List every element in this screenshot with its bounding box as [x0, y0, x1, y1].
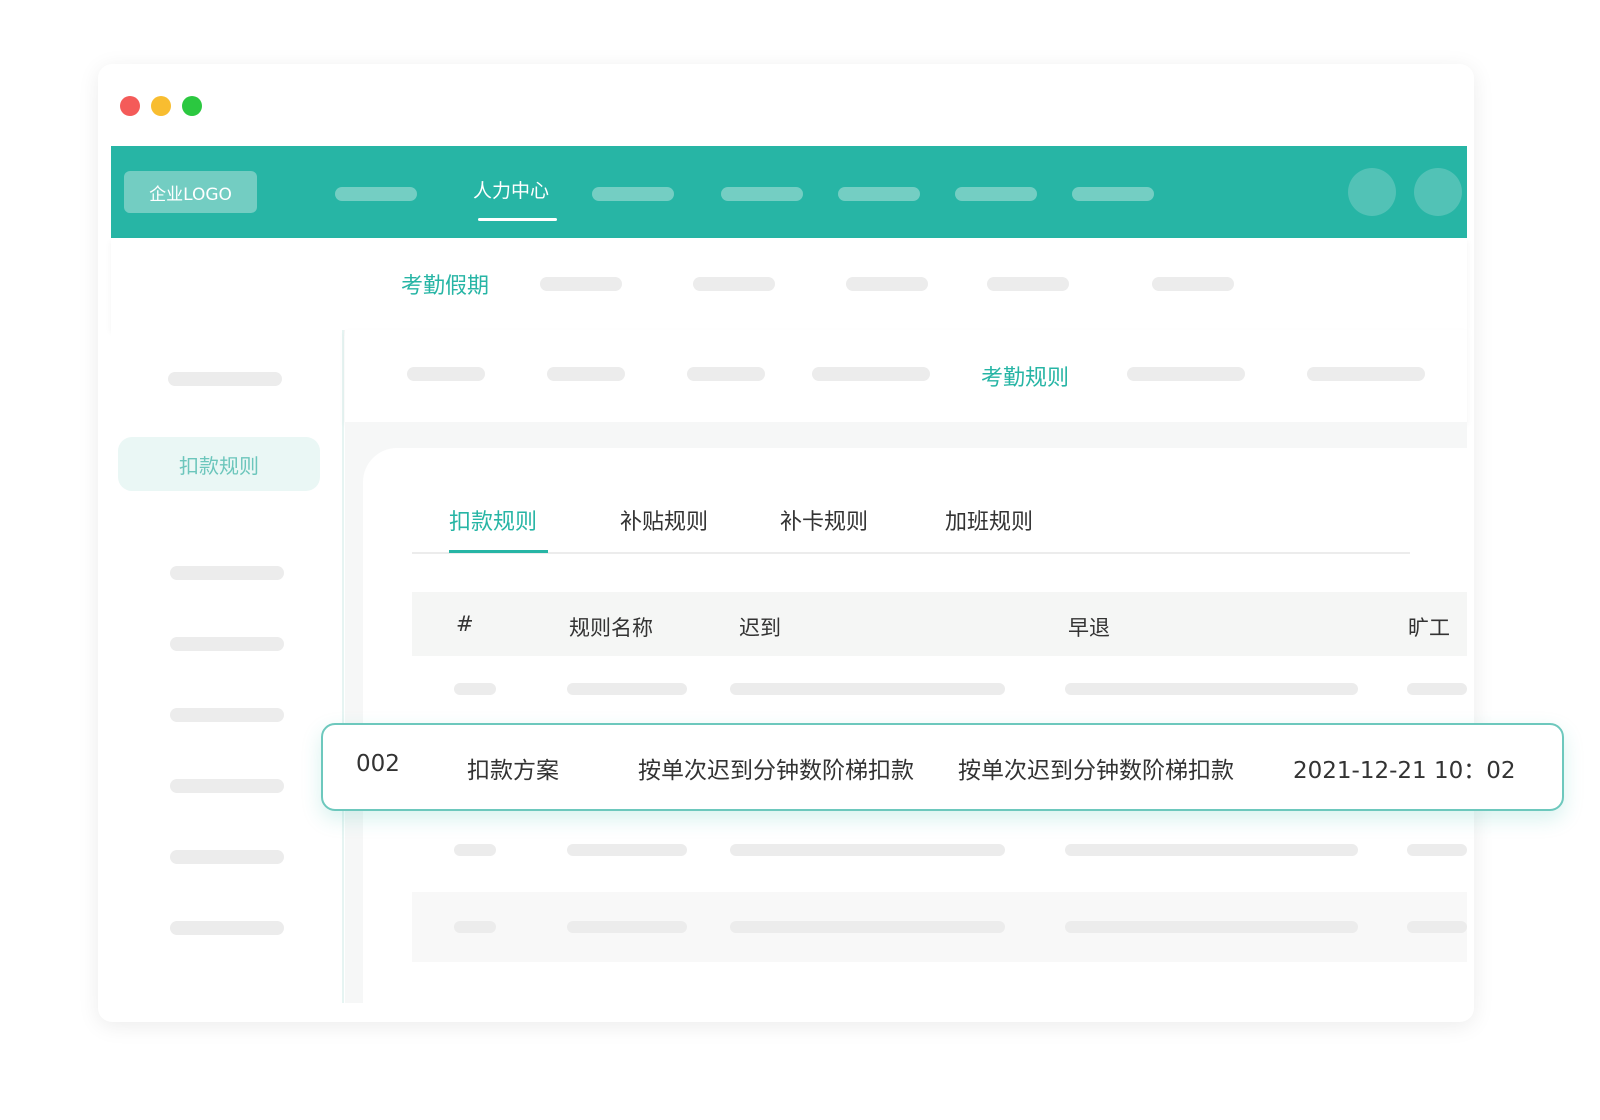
- company-logo: 企业LOGO: [124, 171, 257, 213]
- crumb-placeholder[interactable]: [687, 367, 765, 381]
- nav-item-placeholder[interactable]: [721, 187, 803, 201]
- column-header-absence: 旷工: [1408, 616, 1450, 640]
- cell-placeholder: [1065, 921, 1358, 933]
- crumb-placeholder[interactable]: [1127, 367, 1245, 381]
- sidebar-item-deduction-rules[interactable]: 扣款规则: [118, 437, 320, 491]
- nav-active-indicator: [478, 218, 557, 221]
- tab-overtime-rules[interactable]: 加班规则: [945, 504, 1033, 536]
- cell-placeholder: [454, 844, 496, 856]
- window-controls: [120, 96, 202, 116]
- sidebar-item-placeholder[interactable]: [170, 921, 284, 935]
- column-header-early-leave: 早退: [1068, 616, 1110, 640]
- nav-item-placeholder[interactable]: [592, 187, 674, 201]
- subnav-item-placeholder[interactable]: [693, 277, 775, 291]
- cell-datetime: 2021-12-21 10：02: [1293, 758, 1516, 784]
- nav-item-placeholder[interactable]: [335, 187, 417, 201]
- cell-early-leave-rule: 按单次迟到分钟数阶梯扣款: [958, 758, 1234, 784]
- subnav-item-placeholder[interactable]: [846, 277, 928, 291]
- cell-placeholder: [1407, 683, 1467, 695]
- cell-placeholder: [730, 921, 1005, 933]
- minimize-window-button[interactable]: [151, 96, 171, 116]
- top-navigation: 企业LOGO 人力中心: [111, 146, 1467, 238]
- sidebar-item-placeholder[interactable]: [170, 779, 284, 793]
- nav-item-hr-center[interactable]: 人力中心: [471, 176, 551, 203]
- cell-index: 002: [356, 751, 400, 777]
- cell-placeholder: [567, 844, 687, 856]
- subnav-item-placeholder[interactable]: [1152, 277, 1234, 291]
- tab-card-replacement-rules[interactable]: 补卡规则: [780, 504, 868, 536]
- user-avatar[interactable]: [1348, 168, 1396, 216]
- subnav-item-placeholder[interactable]: [987, 277, 1069, 291]
- crumb-placeholder[interactable]: [812, 367, 930, 381]
- tab-subsidy-rules[interactable]: 补贴规则: [620, 504, 708, 536]
- cell-placeholder: [454, 683, 496, 695]
- sidebar-item-placeholder[interactable]: [170, 566, 284, 580]
- maximize-window-button[interactable]: [182, 96, 202, 116]
- tab-active-indicator: [449, 550, 548, 553]
- highlighted-table-row[interactable]: 002 扣款方案 按单次迟到分钟数阶梯扣款 按单次迟到分钟数阶梯扣款 2021-…: [321, 723, 1564, 811]
- crumb-placeholder[interactable]: [407, 367, 485, 381]
- cell-placeholder: [730, 683, 1005, 695]
- column-header-late: 迟到: [739, 616, 781, 640]
- cell-placeholder: [567, 683, 687, 695]
- crumb-placeholder[interactable]: [547, 367, 625, 381]
- cell-placeholder: [1407, 844, 1467, 856]
- cell-placeholder: [567, 921, 687, 933]
- cell-placeholder: [454, 921, 496, 933]
- sub-navigation: 考勤假期: [111, 238, 1467, 330]
- table-header: # 规则名称 迟到 早退 旷工: [412, 592, 1467, 656]
- sidebar: 扣款规则: [111, 330, 344, 1003]
- cell-placeholder: [1065, 844, 1358, 856]
- sidebar-item-placeholder[interactable]: [168, 372, 282, 386]
- column-header-rule-name: 规则名称: [569, 616, 653, 640]
- crumb-placeholder[interactable]: [1307, 367, 1425, 381]
- sidebar-item-placeholder[interactable]: [170, 637, 284, 651]
- column-header-index: #: [456, 612, 474, 636]
- user-avatar[interactable]: [1414, 168, 1462, 216]
- sidebar-item-placeholder[interactable]: [170, 850, 284, 864]
- crumb-attendance-rules[interactable]: 考勤规则: [981, 360, 1069, 392]
- sidebar-item-placeholder[interactable]: [170, 708, 284, 722]
- tab-deduction-rules[interactable]: 扣款规则: [449, 504, 537, 536]
- rule-tabs: 扣款规则 补贴规则 补卡规则 加班规则: [412, 504, 1410, 554]
- cell-placeholder: [1065, 683, 1358, 695]
- nav-item-placeholder[interactable]: [955, 187, 1037, 201]
- cell-placeholder: [730, 844, 1005, 856]
- close-window-button[interactable]: [120, 96, 140, 116]
- breadcrumb-nav: 考勤规则: [345, 330, 1467, 422]
- nav-item-placeholder[interactable]: [1072, 187, 1154, 201]
- nav-item-placeholder[interactable]: [838, 187, 920, 201]
- subnav-item-placeholder[interactable]: [540, 277, 622, 291]
- cell-placeholder: [1407, 921, 1467, 933]
- cell-rule-name: 扣款方案: [467, 758, 559, 784]
- subnav-item-attendance-leave[interactable]: 考勤假期: [401, 268, 489, 300]
- cell-late-rule: 按单次迟到分钟数阶梯扣款: [638, 758, 914, 784]
